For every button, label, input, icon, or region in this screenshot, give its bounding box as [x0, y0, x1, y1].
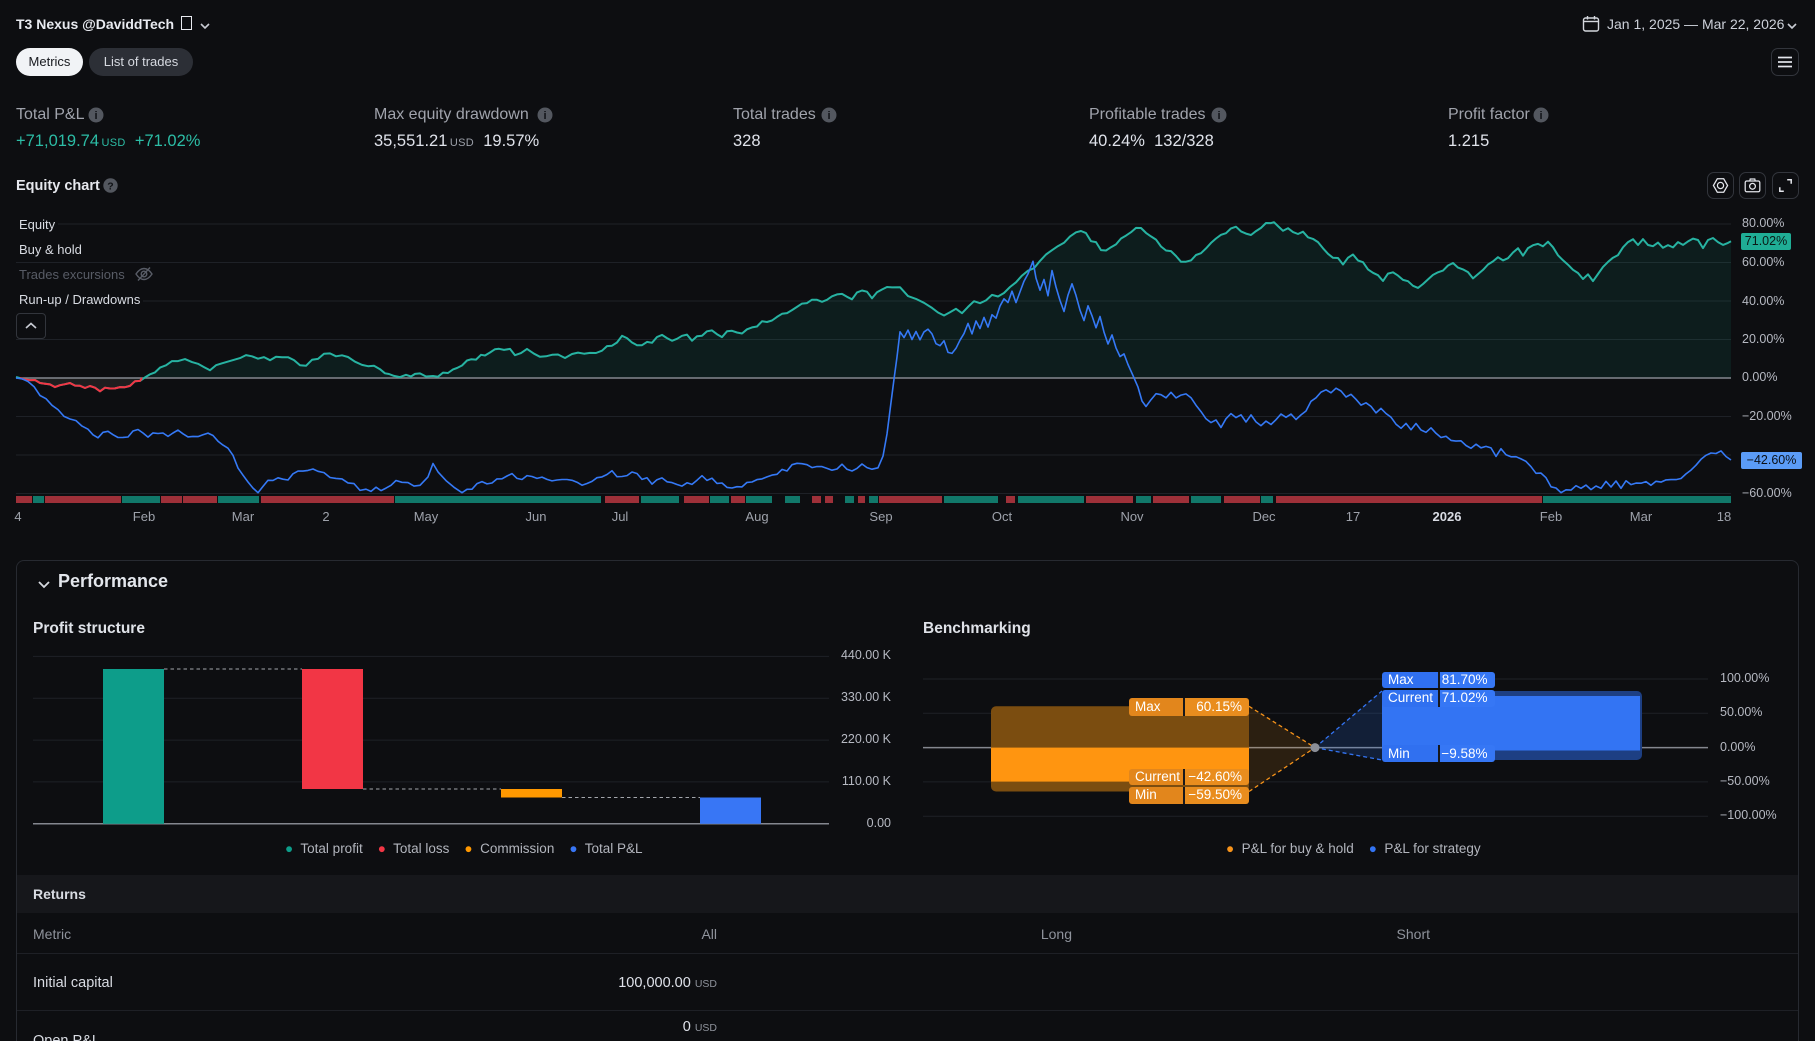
svg-text:?: ? [107, 181, 113, 193]
svg-text:i: i [1539, 110, 1542, 122]
svg-text:i: i [827, 110, 830, 122]
svg-text:i: i [1217, 110, 1220, 122]
svg-text:i: i [94, 110, 97, 122]
svg-text:i: i [543, 110, 546, 122]
